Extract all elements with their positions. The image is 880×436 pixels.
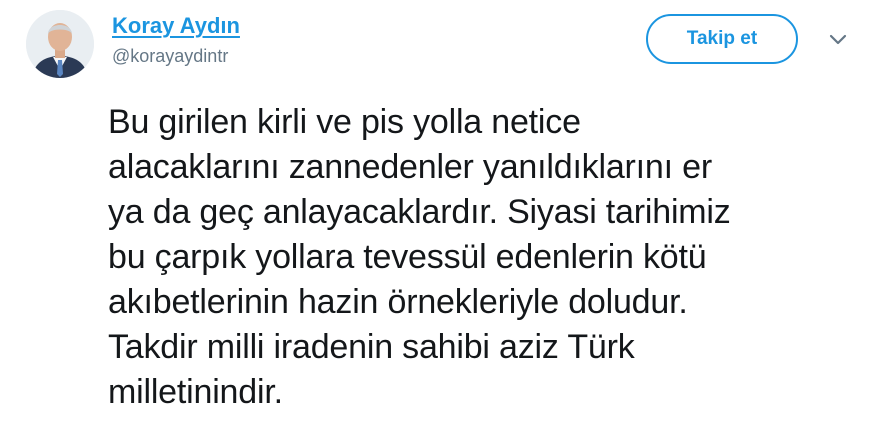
user-handle: @korayaydintr bbox=[112, 46, 229, 66]
avatar-portrait-image bbox=[26, 10, 94, 78]
tweet-text: Bu girilen kirli ve pis yolla netice ala… bbox=[108, 100, 868, 415]
tweet-text-line: bu çarpık yollara tevessül edenlerin köt… bbox=[108, 238, 707, 276]
tweet-header: Koray Aydın @korayaydintr Takip et bbox=[26, 10, 866, 82]
tweet-text-line: Bu girilen kirli ve pis yolla netice bbox=[108, 103, 581, 141]
chevron-down-icon[interactable] bbox=[828, 32, 848, 46]
tweet-text-line: alacaklarını zannedenler yanıldıklarını … bbox=[108, 148, 712, 186]
user-name-link[interactable]: Koray Aydın bbox=[112, 13, 240, 39]
follow-button[interactable]: Takip et bbox=[646, 14, 798, 64]
tweet-text-line: ya da geç anlayacaklardır. Siyasi tarihi… bbox=[108, 193, 731, 231]
tweet-text-line: Takdir milli iradenin sahibi aziz Türk bbox=[108, 328, 635, 366]
tweet-text-line: milletinindir. bbox=[108, 373, 283, 411]
tweet-card: Koray Aydın @korayaydintr Takip et Bu gi… bbox=[0, 0, 880, 436]
tweet-text-line: akıbetlerinin hazin örnekleriyle doludur… bbox=[108, 283, 688, 321]
avatar[interactable] bbox=[26, 10, 94, 78]
